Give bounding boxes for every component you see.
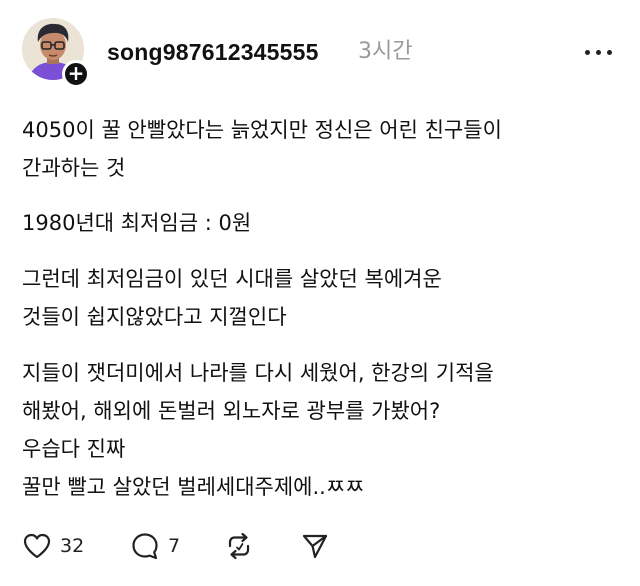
post-text-line: 우습다 진짜 (22, 437, 126, 461)
post-text-line: 해봤어, 해외에 돈벌러 외노자로 광부를 가봤어? (22, 399, 441, 423)
username[interactable]: song987612345555 (107, 38, 319, 66)
post-header: + song987612345555 3시간 (0, 0, 640, 100)
post-actions: 32 7 (22, 528, 422, 564)
plus-icon[interactable]: + (62, 60, 90, 88)
post-text-line: 그런데 최저임금이 있던 시대를 살았던 복에겨운 (22, 267, 442, 291)
like-count: 32 (60, 535, 85, 557)
share-button[interactable] (300, 528, 332, 564)
avatar-container[interactable]: + (22, 18, 92, 90)
repost-button[interactable] (224, 528, 256, 564)
post-text-line: 것들이 쉽지않았다고 지껄인다 (22, 305, 287, 329)
post-text-line: 지들이 잿더미에서 나라를 다시 세웠어, 한강의 기적을 (22, 361, 494, 385)
repost-icon (228, 532, 250, 560)
comment-icon (132, 533, 158, 560)
more-options-icon[interactable] (583, 38, 615, 66)
heart-icon (23, 533, 51, 559)
post-text-line: 4050이 꿀 안빨았다는 늙었지만 정신은 어린 친구들이 (22, 118, 502, 142)
post-timestamp: 3시간 (358, 39, 413, 64)
like-button[interactable]: 32 (22, 528, 92, 564)
post-text-line: 꿀만 빨고 살았던 벌레세대주제에..ㅉㅉ (22, 475, 365, 499)
post-text-line: 간과하는 것 (22, 156, 126, 180)
comment-button[interactable]: 7 (130, 528, 195, 564)
comment-count: 7 (168, 535, 181, 557)
share-icon (302, 534, 328, 559)
post-text-line: 1980년대 최저임금 : 0원 (22, 211, 252, 235)
